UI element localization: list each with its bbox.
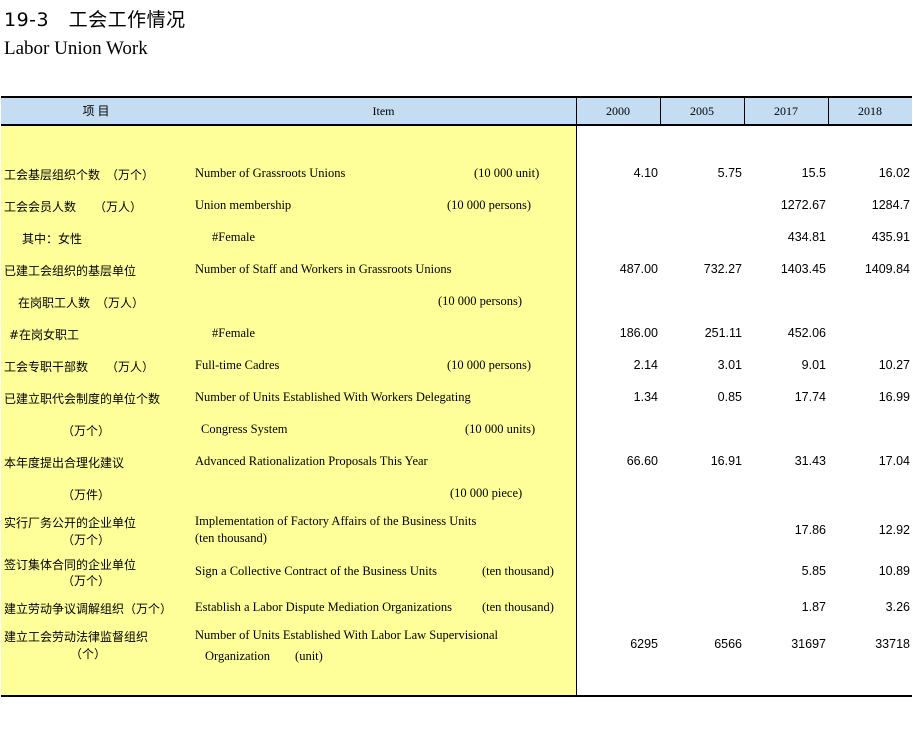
cell-value: 5.85 xyxy=(801,564,826,578)
cell-value: 2.14 xyxy=(633,358,658,372)
cell-value: 12.92 xyxy=(878,523,910,537)
cell-value: 0.85 xyxy=(717,390,742,404)
cell-value: 1409.84 xyxy=(864,262,910,276)
cell-value: 5.75 xyxy=(717,166,742,180)
header-year-2017: 2017 xyxy=(774,104,798,118)
row-unit: (ten thousand) xyxy=(482,600,554,614)
cell-value: 17.04 xyxy=(878,454,910,468)
row-label-cn-unit: （万个） xyxy=(62,574,111,588)
table-title-cn: 19-3 工会工作情况 xyxy=(4,9,186,31)
cell-value: 3.01 xyxy=(717,358,742,372)
row-unit: (10 000 persons) xyxy=(447,198,532,212)
row-label-cn: 已建工会组织的基层单位 xyxy=(4,264,137,278)
row-label-cn: （万件） xyxy=(62,488,111,502)
cell-value: 3.26 xyxy=(885,600,910,614)
cell-value: 16.91 xyxy=(710,454,742,468)
cell-value: 4.10 xyxy=(633,166,658,180)
cell-value: 31697 xyxy=(791,637,826,651)
cell-value: 1.34 xyxy=(633,390,658,404)
cell-value: 17.86 xyxy=(794,523,826,537)
row-label-cn: 已建立职代会制度的单位个数 xyxy=(4,392,161,406)
row-label-cn-unit: （万个） xyxy=(62,533,111,547)
row-label-en: Number of Staff and Workers in Grassroot… xyxy=(195,262,452,276)
cell-value: 1.87 xyxy=(801,600,826,614)
table-title-en: Labor Union Work xyxy=(4,38,148,59)
header-item: Item xyxy=(372,104,395,118)
row-unit: (10 000 persons) xyxy=(438,294,523,308)
row-unit: (10 000 persons) xyxy=(447,358,532,372)
cell-value: 17.74 xyxy=(794,390,826,404)
row-unit: (10 000 unit) xyxy=(474,166,540,180)
row-label-cn: 工会专职干部数 （万人） xyxy=(4,360,155,374)
cell-value: 1272.67 xyxy=(780,198,826,212)
row-unit: (10 000 piece) xyxy=(450,486,523,500)
row-label-en-unit: (ten thousand) xyxy=(195,531,267,545)
cell-value: 251.11 xyxy=(704,326,742,340)
row-label-en: Sign a Collective Contract of the Busine… xyxy=(195,564,437,578)
cell-value: 186.00 xyxy=(619,326,658,340)
column-divider xyxy=(828,96,829,126)
row-label-cn: #在岗女职工 xyxy=(9,328,80,342)
cell-value: 16.99 xyxy=(878,390,910,404)
row-unit: (10 000 units) xyxy=(465,422,536,436)
cell-value: 1284.7 xyxy=(871,198,910,212)
header-cn-item: 项 目 xyxy=(82,104,110,118)
row-label-cn: 签订集体合同的企业单位 xyxy=(4,558,137,572)
cell-value: 15.5 xyxy=(801,166,826,180)
row-label-cn: 实行厂务公开的企业单位 xyxy=(4,516,137,530)
row-label-cn: 工会基层组织个数 （万个） xyxy=(4,168,155,182)
cell-value: 31.43 xyxy=(794,454,826,468)
cell-value: 66.60 xyxy=(626,454,658,468)
row-label-en: Number of Units Established With Labor L… xyxy=(195,628,499,642)
row-label-cn: （万个） xyxy=(62,424,111,438)
cell-value: 9.01 xyxy=(801,358,826,372)
cell-value: 434.81 xyxy=(787,230,826,244)
row-label-en: Number of Units Established With Workers… xyxy=(195,390,471,404)
cell-value: 1403.45 xyxy=(780,262,826,276)
row-label-en: Full-time Cadres xyxy=(195,358,280,372)
row-label-en: Establish a Labor Dispute Mediation Orga… xyxy=(195,600,453,614)
row-label-cn: 本年度提出合理化建议 xyxy=(4,456,125,470)
cell-value: 10.89 xyxy=(878,564,910,578)
header-year-2018: 2018 xyxy=(858,104,882,118)
row-label-cn: 建立工会劳动法律监督组织 xyxy=(4,630,149,644)
cell-value: 435.91 xyxy=(871,230,910,244)
row-label-en: #Female xyxy=(212,326,256,340)
table-header: 项 目 Item 2000 2005 2017 2018 xyxy=(1,96,912,126)
row-label-cn: 建立劳动争议调解组织（万个） xyxy=(4,602,173,616)
cell-value: 10.27 xyxy=(878,358,910,372)
cell-value: 33718 xyxy=(875,637,910,651)
cell-value: 6566 xyxy=(714,637,742,651)
row-label-cn-unit: （个） xyxy=(70,647,107,661)
row-label-cn: 工会会员人数 （万人） xyxy=(4,200,143,214)
cell-value: 732.27 xyxy=(703,262,742,276)
row-label-en: Implementation of Factory Affairs of the… xyxy=(195,514,477,528)
cell-value: 16.02 xyxy=(878,166,910,180)
row-label-cn: 在岗职工人数 （万人） xyxy=(18,296,145,310)
row-label-en: Advanced Rationalization Proposals This … xyxy=(195,454,428,468)
cell-value: 452.06 xyxy=(787,326,826,340)
row-label-en: Number of Grassroots Unions xyxy=(195,166,346,180)
table-bottom-rule xyxy=(1,695,912,697)
cell-value: 487.00 xyxy=(619,262,658,276)
row-label-en-unit: Organization (unit) xyxy=(205,649,323,663)
row-label-en: Union membership xyxy=(195,198,292,212)
row-label-cn: 其中：女性 xyxy=(22,232,83,246)
column-divider xyxy=(744,96,745,126)
column-divider xyxy=(660,96,661,126)
row-label-en: Congress System xyxy=(201,422,288,436)
row-label-en: #Female xyxy=(212,230,256,244)
header-year-2005: 2005 xyxy=(690,104,714,118)
cell-value: 6295 xyxy=(630,637,658,651)
header-year-2000: 2000 xyxy=(606,104,630,118)
column-divider xyxy=(576,96,577,697)
row-unit: (ten thousand) xyxy=(482,564,554,578)
